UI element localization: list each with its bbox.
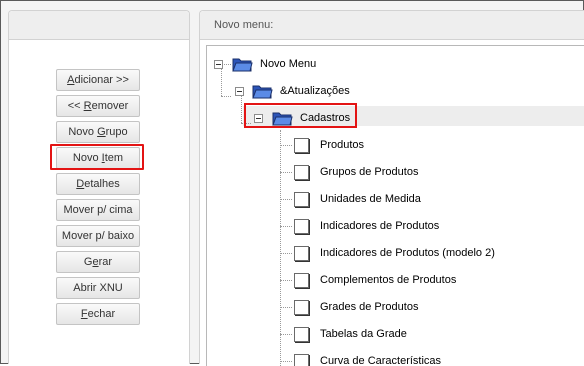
tree-node-atualizacoes[interactable]: &Atualizações bbox=[280, 85, 350, 97]
add-button[interactable]: Adicionar >> bbox=[56, 69, 140, 91]
folder-open-icon bbox=[252, 85, 273, 99]
tree-connector bbox=[280, 280, 292, 281]
new-group-button[interactable]: Novo Grupo bbox=[56, 121, 140, 143]
remove-button[interactable]: << Remover bbox=[56, 95, 140, 117]
collapse-toggle-root[interactable] bbox=[214, 60, 223, 69]
document-icon bbox=[294, 219, 309, 234]
tree-connector bbox=[280, 130, 281, 366]
tree-connector bbox=[224, 64, 231, 65]
details-button-label: Detalhes bbox=[76, 178, 120, 190]
menu-panel: Novo menu: Novo Menu &Atualizações Cadas… bbox=[199, 10, 584, 366]
tree-item-curva-de-caracteristicas[interactable]: Curva de Características bbox=[320, 355, 441, 366]
document-icon bbox=[294, 327, 309, 342]
add-button-label: Adicionar >> bbox=[67, 74, 129, 86]
tree-connector bbox=[280, 334, 292, 335]
document-icon bbox=[294, 300, 309, 315]
document-icon bbox=[294, 138, 309, 153]
menu-tree[interactable]: Novo Menu &Atualizações Cadastros Produt… bbox=[206, 45, 584, 366]
tree-item-unidades-de-medida[interactable]: Unidades de Medida bbox=[320, 193, 421, 205]
tree-connector bbox=[221, 96, 231, 97]
open-xnu-button[interactable]: Abrir XNU bbox=[56, 277, 140, 299]
tree-connector bbox=[280, 199, 292, 200]
tree-connector bbox=[280, 253, 292, 254]
new-group-button-label: Novo Grupo bbox=[68, 126, 128, 138]
document-icon bbox=[294, 165, 309, 180]
document-icon bbox=[294, 246, 309, 261]
tree-item-produtos[interactable]: Produtos bbox=[320, 139, 364, 151]
close-button-label: Fechar bbox=[80, 308, 116, 320]
tree-connector bbox=[280, 226, 292, 227]
new-item-highlight-box bbox=[50, 144, 144, 170]
actions-panel-header bbox=[9, 11, 189, 40]
tree-connector bbox=[241, 94, 242, 123]
document-icon bbox=[294, 354, 309, 366]
folder-open-icon bbox=[232, 58, 253, 72]
tree-item-indicadores-de-produtos-modelo-2[interactable]: Indicadores de Produtos (modelo 2) bbox=[320, 247, 495, 259]
move-down-button-label: Mover p/ baixo bbox=[61, 230, 135, 242]
tree-connector bbox=[280, 172, 292, 173]
move-up-button[interactable]: Mover p/ cima bbox=[56, 199, 140, 221]
collapse-toggle-atualizacoes[interactable] bbox=[235, 87, 244, 96]
move-up-button-label: Mover p/ cima bbox=[63, 204, 133, 216]
move-down-button[interactable]: Mover p/ baixo bbox=[56, 225, 140, 247]
remove-button-label: << Remover bbox=[67, 100, 129, 112]
actions-panel: Adicionar >> << Remover Novo Grupo Novo … bbox=[8, 10, 190, 364]
tree-connector bbox=[221, 66, 222, 96]
menu-panel-title: Novo menu: bbox=[214, 19, 274, 31]
tree-item-grupos-de-produtos[interactable]: Grupos de Produtos bbox=[320, 166, 418, 178]
tree-item-grades-de-produtos[interactable]: Grades de Produtos bbox=[320, 301, 418, 313]
details-button[interactable]: Detalhes bbox=[56, 173, 140, 195]
document-icon bbox=[294, 192, 309, 207]
new-item-button[interactable]: Novo Item bbox=[50, 144, 144, 170]
tree-node-root[interactable]: Novo Menu bbox=[260, 58, 316, 70]
generate-button[interactable]: Gerar bbox=[56, 251, 140, 273]
tree-item-complementos-de-produtos[interactable]: Complementos de Produtos bbox=[320, 274, 456, 286]
actions-button-column: Adicionar >> << Remover Novo Grupo Novo … bbox=[50, 69, 144, 329]
tree-connector bbox=[280, 361, 292, 362]
generate-button-label: Gerar bbox=[83, 256, 113, 268]
cadastros-highlight-box bbox=[244, 103, 357, 128]
tree-connector bbox=[280, 307, 292, 308]
open-xnu-button-label: Abrir XNU bbox=[73, 282, 123, 294]
document-icon bbox=[294, 273, 309, 288]
tree-connector bbox=[280, 145, 292, 146]
tree-item-indicadores-de-produtos[interactable]: Indicadores de Produtos bbox=[320, 220, 439, 232]
close-button[interactable]: Fechar bbox=[56, 303, 140, 325]
tree-item-tabelas-da-grade[interactable]: Tabelas da Grade bbox=[320, 328, 407, 340]
menu-panel-header: Novo menu: bbox=[200, 11, 584, 40]
